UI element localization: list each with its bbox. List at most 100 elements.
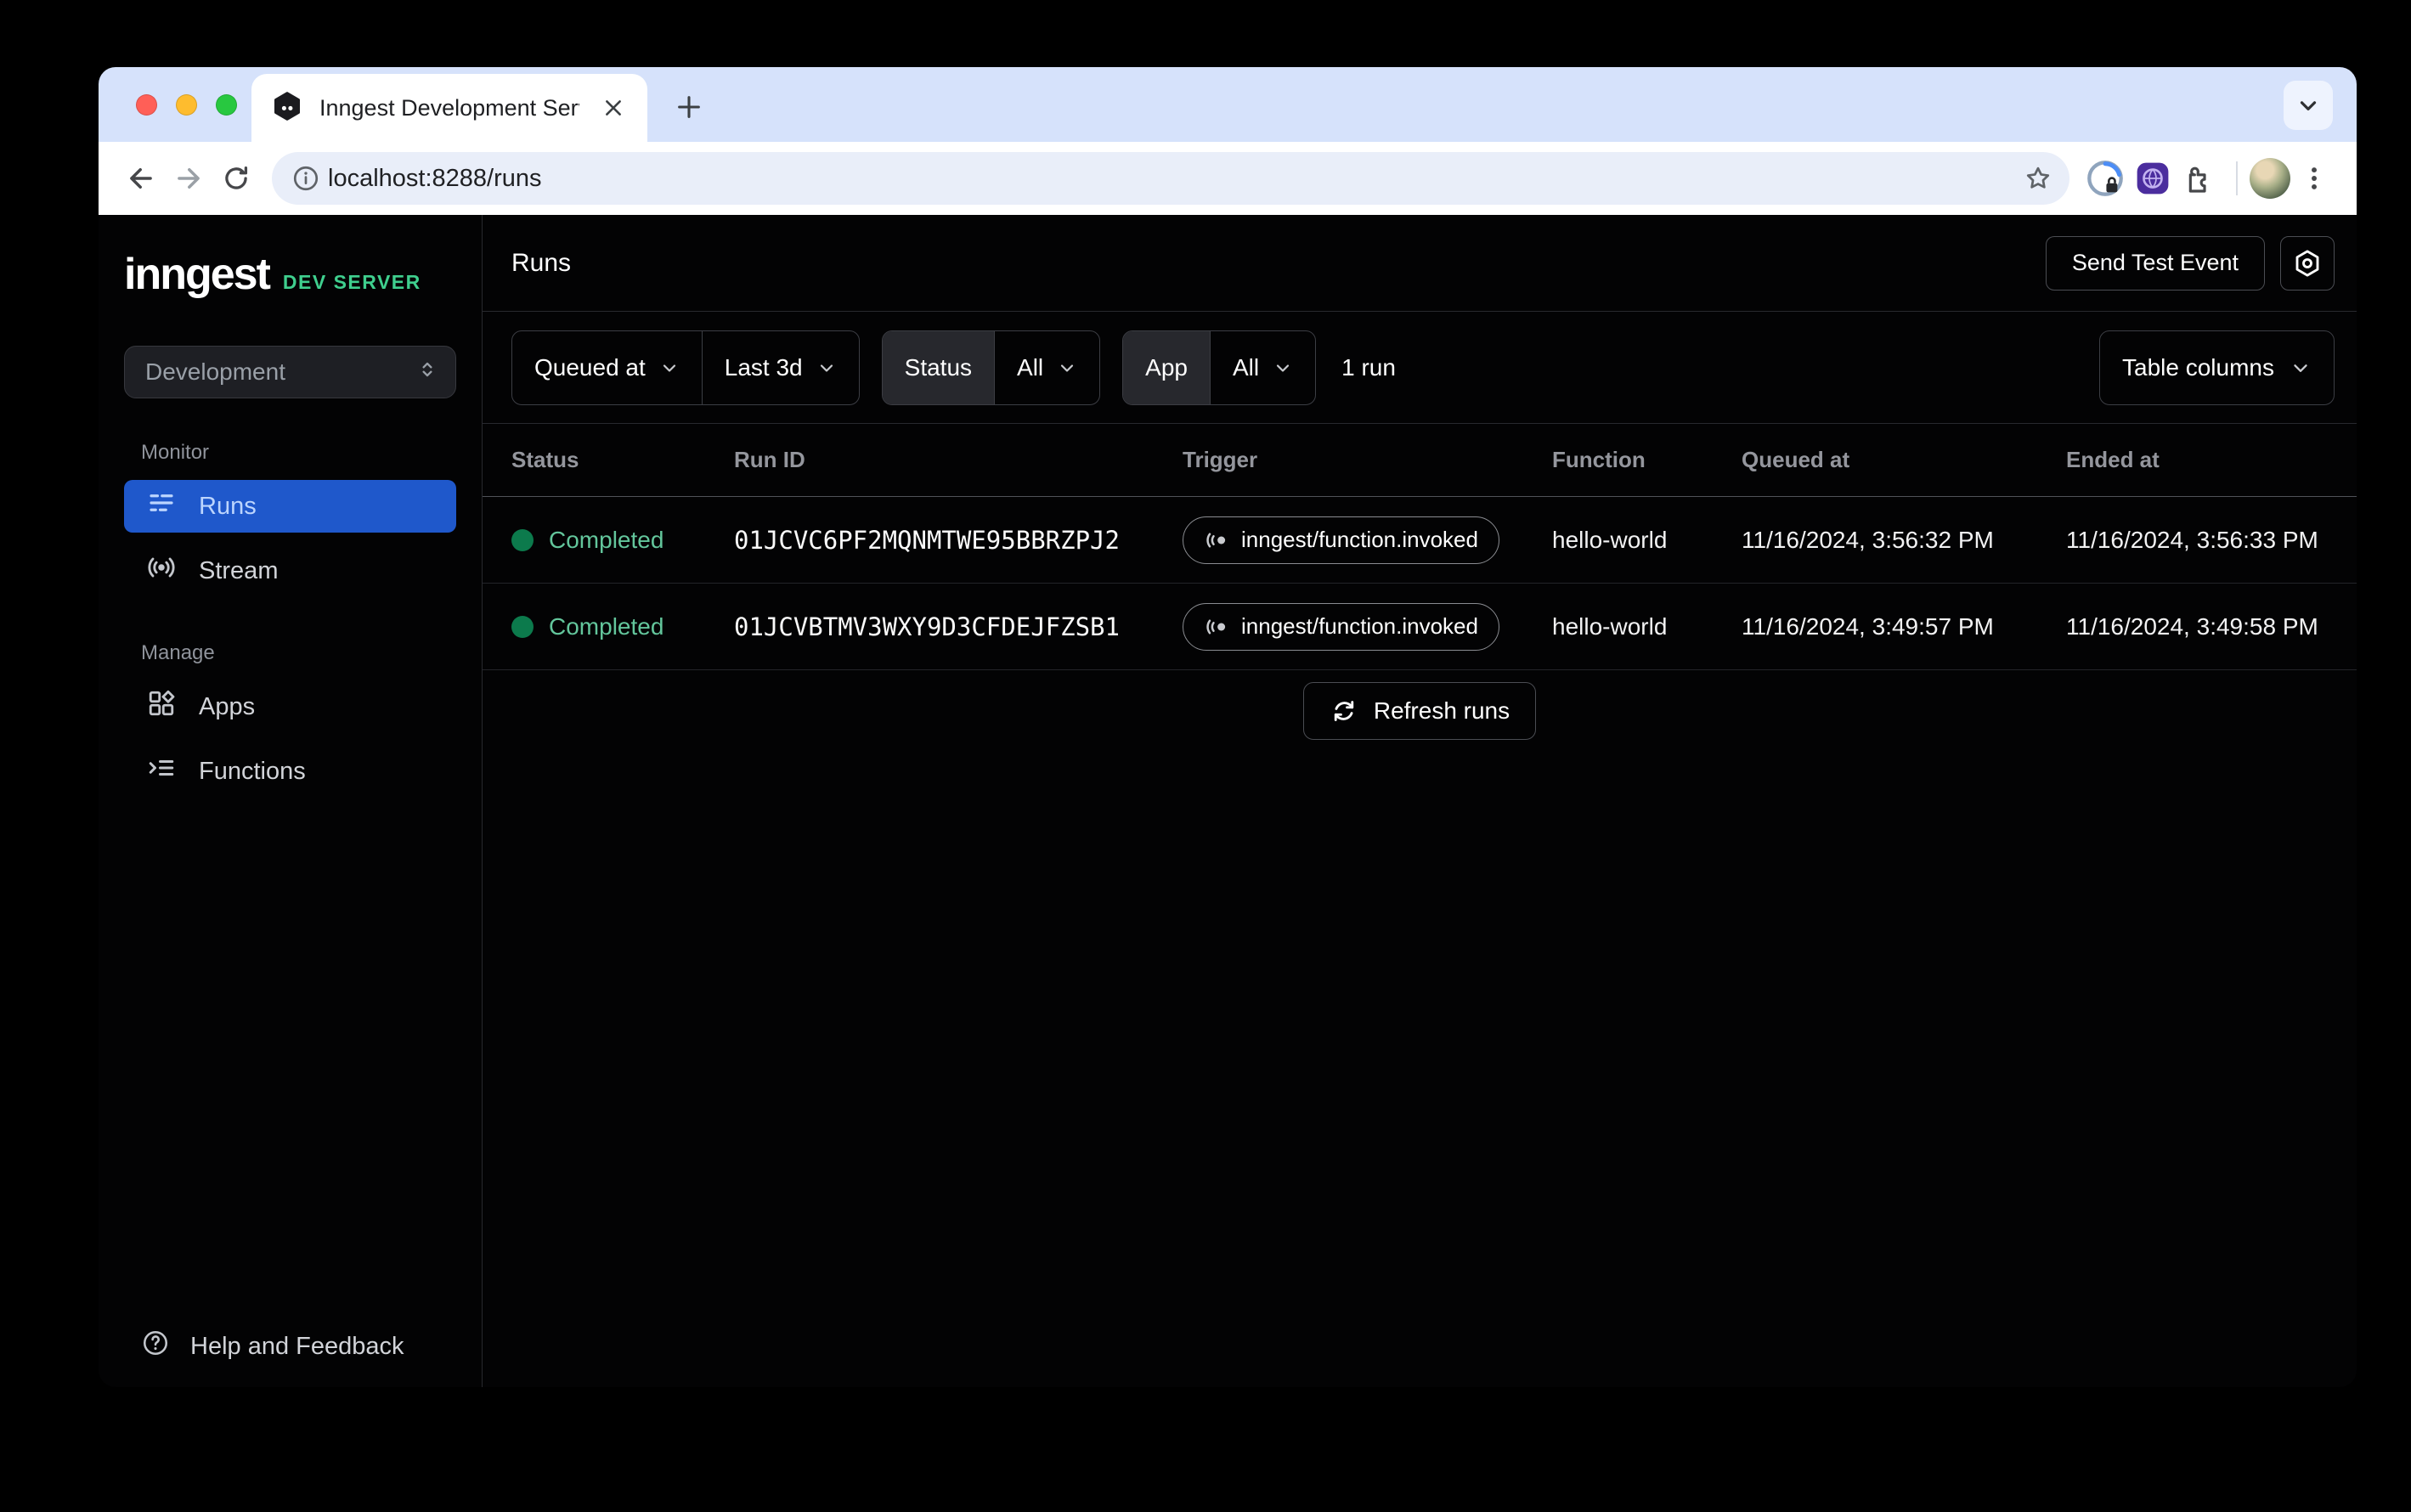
purple-extension-icon[interactable]	[2129, 155, 2177, 202]
chevron-down-icon	[2290, 357, 2312, 379]
run-id: 01JCVC6PF2MQNMTWE95BBRZPJ2	[734, 526, 1183, 555]
chevron-down-icon	[659, 358, 680, 378]
function-name: hello-world	[1552, 613, 1742, 640]
status-filter-dropdown[interactable]: All	[994, 331, 1099, 404]
send-test-event-button[interactable]: Send Test Event	[2046, 236, 2265, 291]
refresh-row: Refresh runs	[483, 682, 2357, 740]
extensions-puzzle-icon[interactable]	[2177, 155, 2224, 202]
ended-at-value: 11/16/2024, 3:49:58 PM	[2066, 613, 2335, 640]
time-range-dropdown[interactable]: Last 3d	[702, 331, 859, 404]
sidebar-item-runs[interactable]: Runs	[124, 480, 456, 533]
sidebar-item-functions[interactable]: Functions	[124, 745, 456, 798]
event-trigger-icon	[1204, 528, 1229, 553]
minimize-window-button[interactable]	[176, 94, 197, 116]
table-row[interactable]: Completed 01JCVC6PF2MQNMTWE95BBRZPJ2 inn…	[483, 497, 2357, 584]
status-label: Completed	[549, 527, 663, 554]
runs-icon	[146, 488, 177, 525]
queued-at-value: 11/16/2024, 3:49:57 PM	[1742, 613, 2066, 640]
browser-window: Inngest Development Server	[99, 67, 2357, 1387]
table-row[interactable]: Completed 01JCVBTMV3WXY9D3CFDEJFZSB1 inn…	[483, 584, 2357, 670]
stream-icon	[146, 552, 177, 590]
sidebar-item-label: Apps	[199, 693, 255, 721]
table-header: Status Run ID Trigger Function Queued at…	[483, 424, 2357, 497]
sort-field-value: Queued at	[534, 354, 646, 381]
refresh-runs-button[interactable]: Refresh runs	[1303, 682, 1536, 740]
status-filter-value: All	[1017, 354, 1043, 381]
bookmark-star-icon[interactable]	[2015, 155, 2061, 201]
status-label: Completed	[549, 613, 663, 640]
browser-menu-icon[interactable]	[2290, 155, 2338, 202]
page-header: Runs Send Test Event	[483, 215, 2357, 312]
sidebar: inngest DEV SERVER Development Monitor R…	[99, 215, 483, 1387]
environment-select[interactable]: Development	[124, 346, 456, 398]
tab-search-button[interactable]	[2284, 81, 2333, 130]
trigger-event-name: inngest/function.invoked	[1241, 613, 1478, 640]
function-name: hello-world	[1552, 527, 1742, 554]
trigger-badge[interactable]: inngest/function.invoked	[1183, 603, 1499, 651]
help-icon	[141, 1329, 170, 1364]
app-filter-label: App	[1123, 331, 1210, 404]
status-cell: Completed	[511, 527, 734, 554]
close-window-button[interactable]	[136, 94, 157, 116]
column-function: Function	[1552, 447, 1742, 473]
help-and-feedback[interactable]: Help and Feedback	[99, 1319, 482, 1374]
url-input[interactable]	[328, 165, 2015, 193]
tab-title: Inngest Development Server	[319, 95, 579, 121]
tab-close-icon[interactable]	[596, 91, 630, 125]
settings-gear-button[interactable]	[2280, 236, 2335, 291]
trigger-event-name: inngest/function.invoked	[1241, 527, 1478, 553]
site-info-icon[interactable]	[284, 156, 328, 200]
dev-server-badge: DEV SERVER	[283, 271, 421, 294]
profile-avatar[interactable]	[2250, 158, 2290, 199]
zoom-window-button[interactable]	[216, 94, 237, 116]
ended-at-value: 11/16/2024, 3:56:33 PM	[2066, 527, 2335, 554]
app-filter-chip: App All	[1122, 330, 1316, 405]
back-button[interactable]	[117, 155, 165, 202]
forward-button[interactable]	[165, 155, 212, 202]
sort-field-dropdown[interactable]: Queued at	[512, 331, 702, 404]
app-filter-dropdown[interactable]: All	[1210, 331, 1315, 404]
address-bar[interactable]	[272, 152, 2069, 205]
help-label: Help and Feedback	[190, 1333, 404, 1361]
main-content: Runs Send Test Event Queued at Last 3d	[483, 215, 2357, 1387]
status-filter-label: Status	[883, 331, 994, 404]
apps-icon	[146, 688, 177, 725]
queued-at-value: 11/16/2024, 3:56:32 PM	[1742, 527, 2066, 554]
sidebar-item-stream[interactable]: Stream	[124, 544, 456, 597]
column-queued-at: Queued at	[1742, 447, 2066, 473]
column-status: Status	[511, 447, 734, 473]
filter-bar: Queued at Last 3d Status All	[483, 312, 2357, 424]
refresh-runs-label: Refresh runs	[1374, 697, 1510, 725]
page-title: Runs	[511, 249, 571, 278]
column-ended-at: Ended at	[2066, 447, 2335, 473]
toolbar-divider	[2236, 161, 2238, 195]
chevron-down-icon	[816, 358, 837, 378]
app-filter-value: All	[1233, 354, 1259, 381]
event-trigger-icon	[1204, 614, 1229, 640]
chevron-down-icon	[1273, 358, 1293, 378]
refresh-icon	[1330, 697, 1358, 725]
browser-toolbar	[99, 142, 2357, 215]
reload-button[interactable]	[212, 155, 260, 202]
tab-strip: Inngest Development Server	[99, 67, 2357, 142]
sidebar-item-label: Stream	[199, 557, 278, 585]
status-filter-chip: Status All	[882, 330, 1101, 405]
sidebar-section-manage: Manage	[141, 641, 482, 665]
sidebar-item-apps[interactable]: Apps	[124, 680, 456, 733]
table-columns-button[interactable]: Table columns	[2099, 330, 2335, 405]
column-trigger: Trigger	[1183, 447, 1552, 473]
onepassword-extension-icon[interactable]	[2081, 155, 2129, 202]
new-tab-button[interactable]	[666, 84, 712, 130]
browser-tab[interactable]: Inngest Development Server	[251, 74, 647, 142]
inngest-logo: inngest	[124, 252, 269, 296]
inngest-favicon-icon	[272, 91, 302, 126]
run-id: 01JCVBTMV3WXY9D3CFDEJFZSB1	[734, 612, 1183, 641]
logo: inngest DEV SERVER	[124, 252, 482, 296]
trigger-badge[interactable]: inngest/function.invoked	[1183, 516, 1499, 564]
column-run-id: Run ID	[734, 447, 1183, 473]
sidebar-footer: Help and Feedback	[99, 1319, 482, 1374]
sidebar-item-label: Functions	[199, 758, 306, 786]
select-updown-icon	[416, 358, 438, 386]
sidebar-section-monitor: Monitor	[141, 441, 482, 465]
traffic-lights	[136, 67, 237, 142]
